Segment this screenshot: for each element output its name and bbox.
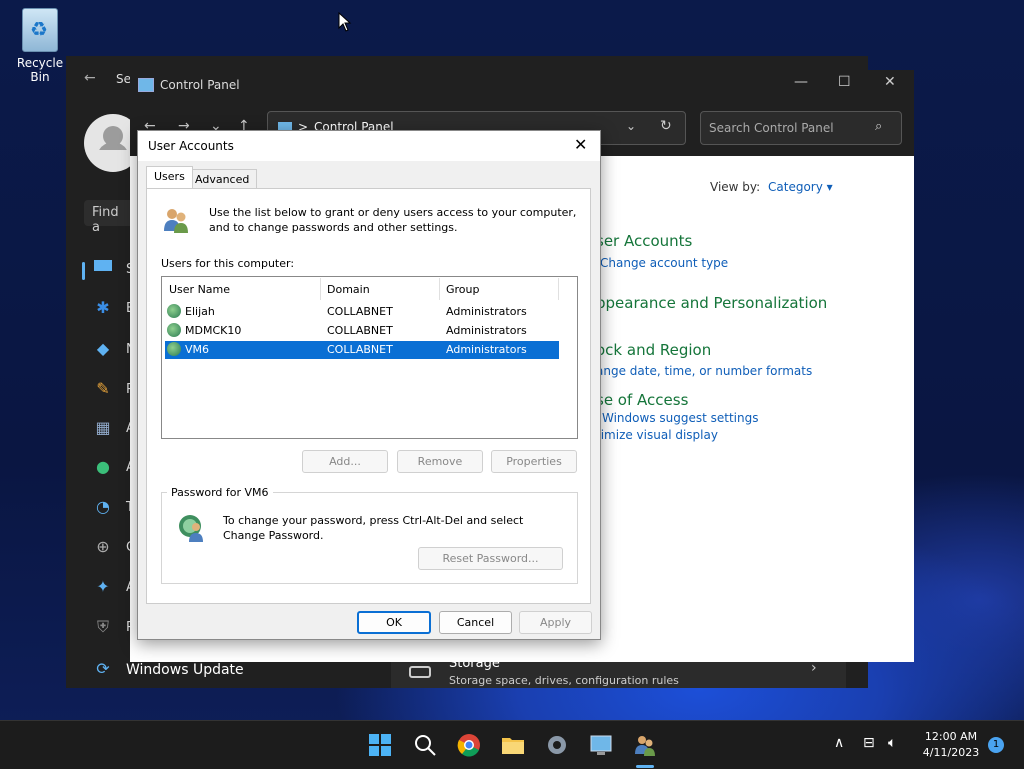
link-change-account-type[interactable]: Change account type	[600, 256, 728, 270]
tab-users[interactable]: Users	[146, 166, 193, 188]
category-ease-of-access[interactable]: se of Access	[596, 391, 688, 409]
chevron-up-icon[interactable]: ∧	[834, 735, 844, 751]
search-icon: ⌕	[875, 119, 883, 134]
paintbrush-icon[interactable]: ✎	[92, 378, 114, 400]
recycle-bin-shortcut[interactable]: Recycle Bin	[6, 8, 74, 84]
cell-user-name: MDMCK10	[185, 324, 242, 337]
chevron-down-icon[interactable]: ⌄	[626, 119, 636, 133]
cell-group: Administrators	[446, 324, 527, 337]
table-row[interactable]: Elijah COLLABNET Administrators	[165, 303, 559, 321]
control-panel-title: Control Panel	[160, 78, 240, 92]
password-instructions: To change your password, press Ctrl-Alt-…	[223, 514, 524, 542]
recycle-bin-label: Recycle Bin	[16, 56, 64, 84]
view-by-value: Category	[768, 180, 823, 194]
view-by-dropdown[interactable]: Category ▾	[768, 180, 833, 194]
settings-title: Se	[116, 72, 131, 86]
dialog-intro-text: Use the list below to grant or deny user…	[209, 206, 577, 234]
close-icon[interactable]: ✕	[574, 135, 587, 154]
search-input[interactable]: Search Control Panel ⌕	[700, 111, 902, 145]
close-icon[interactable]: ✕	[884, 74, 896, 90]
add-user-button[interactable]: Add...	[302, 450, 388, 473]
users-tab-panel: Use the list below to grant or deny user…	[146, 188, 591, 604]
cell-group: Administrators	[446, 343, 527, 356]
cell-domain: COLLABNET	[327, 305, 393, 318]
cell-user-name: VM6	[185, 343, 210, 356]
monitor-icon[interactable]	[92, 258, 114, 280]
system-clock[interactable]: 12:00 AM 4/11/2023	[920, 729, 982, 761]
dialog-title: User Accounts	[148, 139, 234, 153]
shield-icon[interactable]: ⛨	[92, 616, 114, 638]
reset-password-button[interactable]: Reset Password...	[418, 547, 563, 570]
drive-icon	[409, 666, 431, 678]
windows-start-icon[interactable]	[368, 733, 392, 757]
user-password-icon	[179, 515, 203, 542]
account-icon[interactable]: ●	[92, 456, 114, 478]
gaming-icon[interactable]: ⊕	[92, 536, 114, 558]
control-panel-icon	[138, 78, 154, 92]
taskbar: ∧ ⊟ 🔈︎ 12:00 AM 4/11/2023 1	[0, 720, 1024, 769]
time-language-icon[interactable]: ◔	[92, 496, 114, 518]
clock-date: 4/11/2023	[922, 746, 980, 759]
table-row[interactable]: MDMCK10 COLLABNET Administrators	[165, 322, 559, 340]
link-optimize-visual-display[interactable]: timize visual display	[596, 428, 718, 442]
cell-domain: COLLABNET	[327, 343, 393, 356]
nav-selection-indicator	[82, 262, 85, 280]
properties-button[interactable]: Properties	[491, 450, 577, 473]
cell-domain: COLLABNET	[327, 324, 393, 337]
view-by-label: View by:	[710, 180, 761, 194]
cell-group: Administrators	[446, 305, 527, 318]
user-globe-icon	[167, 323, 181, 337]
link-change-date-formats[interactable]: ange date, time, or number formats	[596, 364, 812, 378]
storage-description: Storage space, drives, configuration rul…	[449, 674, 679, 687]
notification-badge[interactable]: 1	[988, 737, 1004, 753]
category-user-accounts[interactable]: ser Accounts	[596, 232, 692, 250]
user-globe-icon	[167, 342, 181, 356]
users-list-label: Users for this computer:	[161, 257, 295, 270]
cell-user-name: Elijah	[185, 305, 215, 318]
apply-button[interactable]: Apply	[519, 611, 592, 634]
clock-time: 12:00 AM	[924, 730, 978, 743]
file-explorer-icon[interactable]	[501, 733, 525, 757]
maximize-icon[interactable]: ☐	[838, 74, 851, 90]
tab-advanced[interactable]: Advanced	[187, 169, 258, 189]
refresh-icon[interactable]: ↻	[660, 118, 672, 134]
user-accounts-icon[interactable]	[633, 733, 657, 757]
remove-user-button[interactable]: Remove	[397, 450, 483, 473]
users-icon	[164, 209, 188, 233]
password-group-title: Password for VM6	[167, 486, 273, 499]
cancel-button[interactable]: Cancel	[439, 611, 512, 634]
control-panel-icon[interactable]	[589, 733, 613, 757]
chevron-right-icon: ›	[811, 660, 817, 676]
mouse-cursor-icon	[338, 12, 352, 32]
find-setting-input[interactable]: Find a	[84, 200, 134, 235]
windows-update-icon[interactable]: ⟳	[92, 658, 114, 680]
dialog-titlebar: User Accounts ✕	[138, 131, 600, 161]
sidebar-item-windows-update[interactable]: Windows Update	[126, 662, 244, 678]
category-appearance[interactable]: ppearance and Personalization	[596, 294, 827, 312]
volume-icon[interactable]: 🔈︎	[888, 735, 896, 751]
link-windows-suggest-settings[interactable]: Windows suggest settings	[602, 411, 758, 425]
ok-button[interactable]: OK	[357, 611, 431, 634]
minimize-icon[interactable]: —	[794, 74, 808, 90]
search-placeholder: Search Control Panel	[709, 121, 834, 135]
column-header-group[interactable]: Group	[440, 278, 559, 300]
user-globe-icon	[167, 304, 181, 318]
accessibility-icon[interactable]: ✦	[92, 576, 114, 598]
table-row-selected[interactable]: VM6 COLLABNET Administrators	[165, 341, 559, 359]
category-clock-region[interactable]: ock and Region	[596, 341, 711, 359]
back-arrow-icon[interactable]: ←	[84, 70, 96, 86]
apps-icon[interactable]: ▦	[92, 417, 114, 439]
settings-gear-icon[interactable]	[545, 733, 569, 757]
bluetooth-icon[interactable]: ✱	[92, 297, 114, 319]
search-icon[interactable]	[413, 733, 437, 757]
chrome-icon[interactable]	[457, 733, 481, 757]
user-accounts-dialog[interactable]: User Accounts ✕ Users Advanced Use the l…	[137, 130, 601, 640]
column-header-user-name[interactable]: User Name	[163, 278, 321, 300]
network-icon[interactable]: ⊟	[863, 735, 875, 751]
column-header-domain[interactable]: Domain	[321, 278, 440, 300]
users-list[interactable]: User Name Domain Group Elijah COLLABNET …	[161, 276, 578, 439]
recycle-bin-icon	[22, 8, 58, 52]
wifi-icon[interactable]: ◆	[92, 338, 114, 360]
